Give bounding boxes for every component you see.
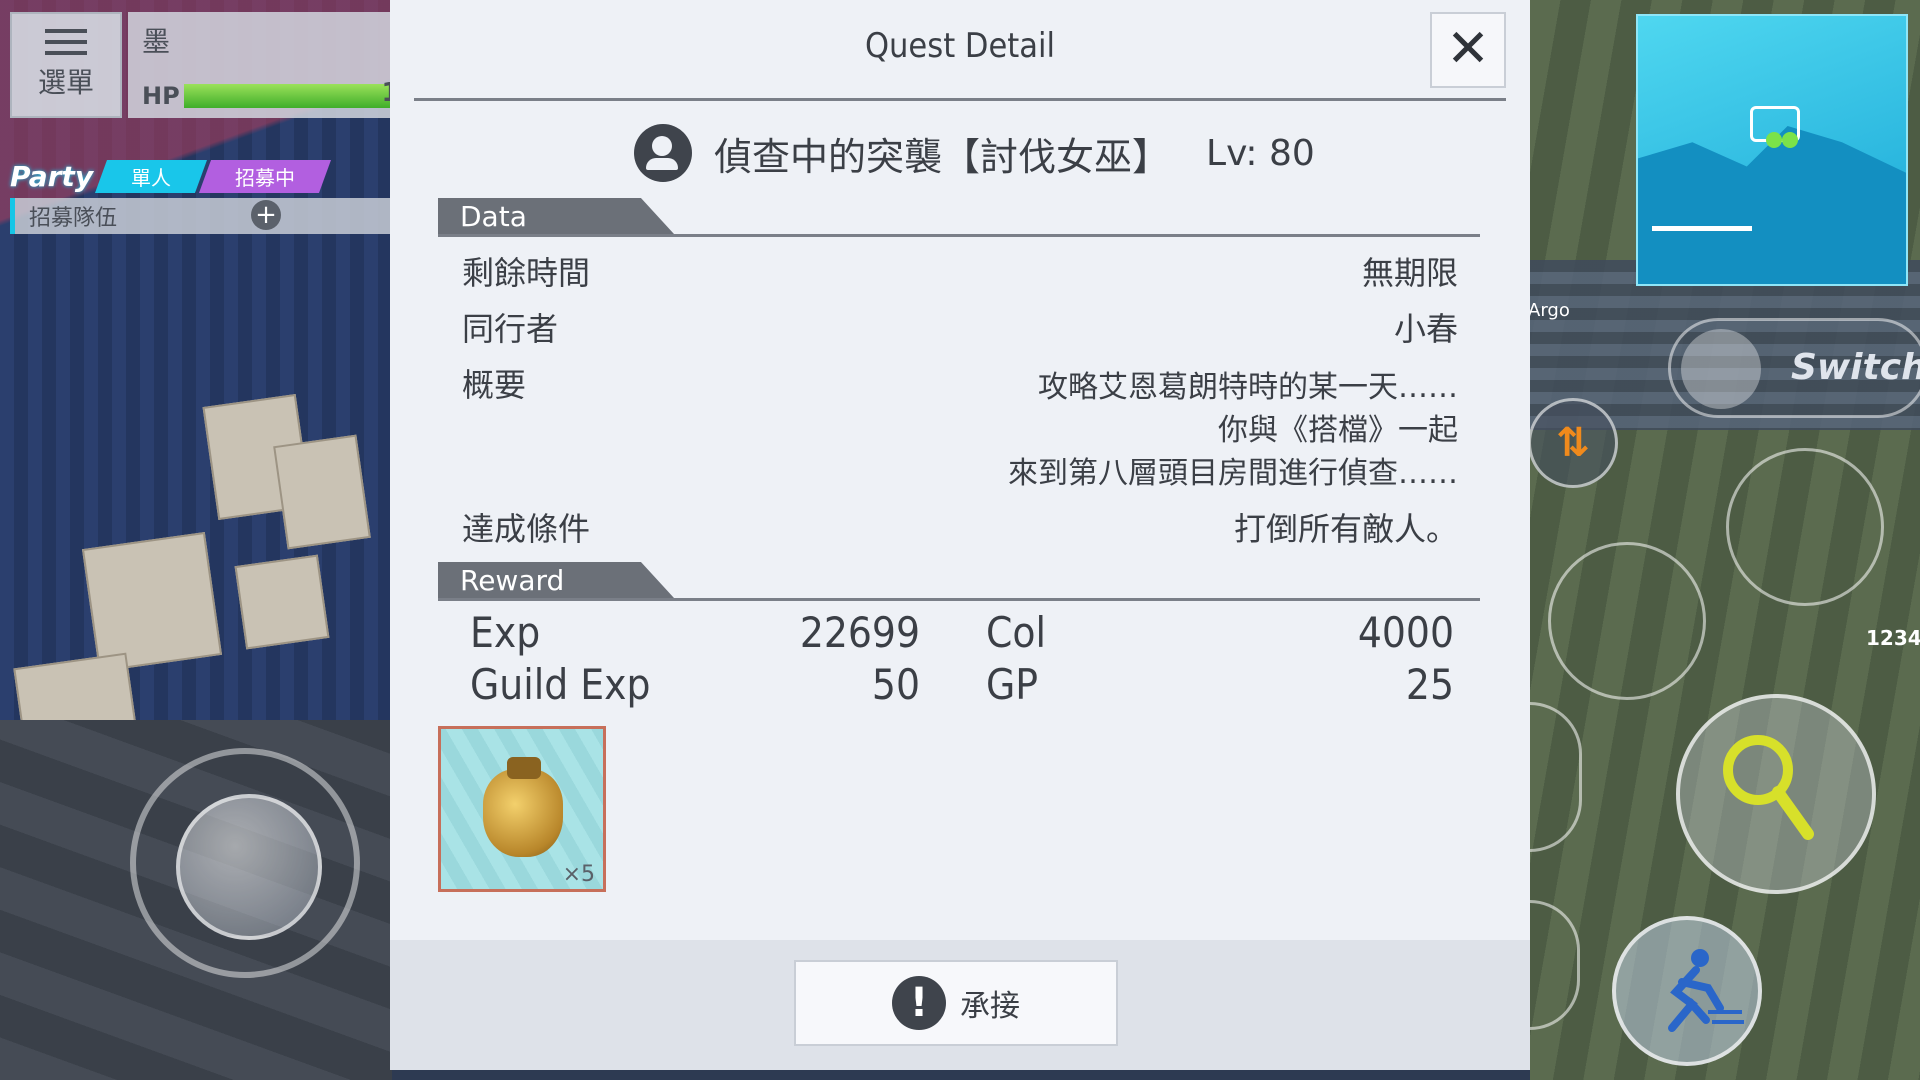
hp-row: HP 13 <box>142 78 418 110</box>
search-icon <box>1723 735 1814 840</box>
skill-slot-2[interactable] <box>1548 542 1706 700</box>
party-bar: Party 單人 招募中 <box>10 160 332 193</box>
hp-label: HP <box>142 82 180 110</box>
title-divider <box>414 98 1506 101</box>
money-bag-icon <box>483 769 563 857</box>
exclamation-icon: ! <box>892 976 946 1030</box>
close-icon: ✕ <box>1446 19 1490 79</box>
hp-bar-fill <box>183 84 394 108</box>
party-tab-solo-label: 單人 <box>131 166 172 190</box>
menu-button[interactable]: 選單 <box>10 12 122 118</box>
reward-section-label: Reward <box>438 562 674 598</box>
dialog-title: Quest Detail <box>864 26 1056 66</box>
remaining-time-value: 無期限 <box>1361 254 1458 292</box>
attack-button[interactable] <box>1676 694 1876 894</box>
exp-value: 22699 <box>799 608 920 657</box>
exp-label: Exp <box>470 608 541 657</box>
party-tab-solo[interactable]: 單人 <box>95 160 208 193</box>
plus-icon: + <box>251 200 281 230</box>
menu-label: 選單 <box>37 66 94 99</box>
reward-section-header: Reward <box>438 562 1480 601</box>
money-bag-tie <box>507 757 541 779</box>
quest-name: 偵查中的突襲【討伐女巫】 <box>714 134 1171 179</box>
data-section-header: Data <box>438 198 1480 237</box>
col-label: Col <box>986 608 1047 657</box>
player-name: 墨 <box>142 25 171 58</box>
accept-label: 承接 <box>960 989 1020 1024</box>
remaining-time-label: 剩餘時間 <box>462 254 591 292</box>
condition-label: 達成條件 <box>462 510 591 548</box>
quest-detail-dialog: Quest Detail ✕ 偵查中的突襲【討伐女巫】 Lv: 80 Data … <box>390 0 1530 1070</box>
companion-quest-icon <box>634 124 692 182</box>
minimap[interactable] <box>1636 14 1908 286</box>
skill-slot-1[interactable] <box>1726 448 1884 606</box>
wall-poster <box>234 554 330 650</box>
quest-level: Lv: 80 <box>1206 132 1315 174</box>
summary-line-1: 攻略艾恩葛朗特時的某一天…… <box>1038 370 1458 405</box>
virtual-joystick[interactable] <box>130 748 360 978</box>
switch-button[interactable]: Switch <box>1668 318 1920 418</box>
npc-name-label: Argo <box>1528 300 1570 321</box>
col-value: 4000 <box>1357 608 1454 657</box>
switch-knob <box>1681 329 1761 409</box>
wall-poster <box>273 434 371 550</box>
companion-label: 同行者 <box>462 310 559 348</box>
damage-number: 12345 <box>1866 626 1920 650</box>
party-tab-recruiting[interactable]: 招募中 <box>199 160 332 193</box>
close-button[interactable]: ✕ <box>1430 12 1506 88</box>
recruit-party-label: 招募隊伍 <box>29 206 118 231</box>
guild-exp-value: 50 <box>871 660 920 709</box>
minimap-player-marker <box>1766 132 1782 148</box>
joystick-knob[interactable] <box>176 794 322 940</box>
wall-poster <box>81 531 223 673</box>
reward-item-tile[interactable]: ×5 <box>438 726 606 892</box>
party-label: Party <box>10 160 94 193</box>
running-man-icon <box>1668 949 1744 1032</box>
switch-label: Switch <box>1791 347 1920 388</box>
gp-label: GP <box>986 660 1039 709</box>
recruit-party-button[interactable]: 招募隊伍 + <box>10 198 390 234</box>
hp-bar: 13 <box>183 78 418 108</box>
hamburger-icon <box>45 29 87 55</box>
minimap-ally-marker <box>1782 132 1798 148</box>
accept-quest-button[interactable]: ! 承接 <box>794 960 1118 1046</box>
party-tab-recruiting-label: 招募中 <box>235 166 296 190</box>
sprint-button[interactable] <box>1612 916 1762 1066</box>
swap-arrows-icon[interactable]: ⇅ <box>1528 398 1618 488</box>
quest-header: 偵查中的突襲【討伐女巫】 Lv: 80 <box>634 124 1315 182</box>
guild-exp-label: Guild Exp <box>470 660 651 709</box>
summary-label: 概要 <box>462 366 527 404</box>
summary-line-2: 你與《搭檔》一起 <box>1218 413 1458 448</box>
player-status: 墨 HP 13 <box>128 12 418 118</box>
gp-value: 25 <box>1405 660 1454 709</box>
minimap-structure-icon <box>1652 196 1752 231</box>
data-section-label: Data <box>438 198 674 234</box>
condition-value: 打倒所有敵人。 <box>1233 510 1458 548</box>
summary-line-3: 來到第八層頭目房間進行偵查…… <box>1008 456 1458 491</box>
companion-value: 小春 <box>1393 310 1458 348</box>
item-quantity: ×5 <box>562 862 595 887</box>
